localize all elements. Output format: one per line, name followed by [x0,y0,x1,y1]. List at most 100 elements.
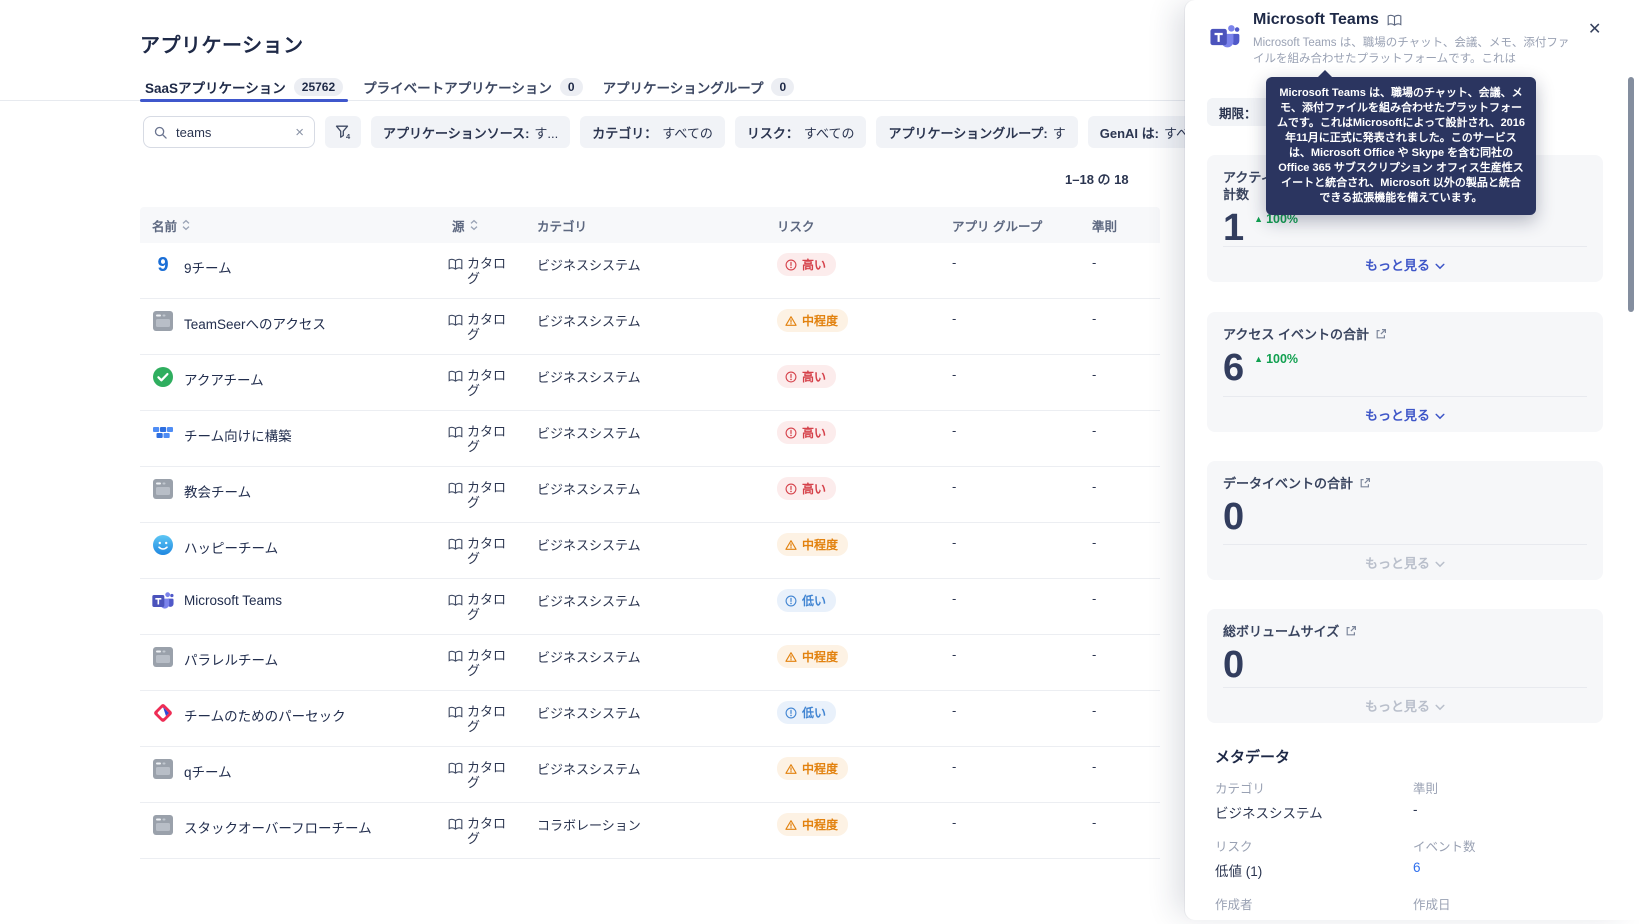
compliance-cell: - [1092,703,1097,718]
tab-label: SaaSアプリケーション [145,80,286,96]
column-header-category[interactable]: カテゴリ [525,216,765,235]
column-header-app-group[interactable]: アプリ グループ [940,216,1080,235]
risk-badge: 中程度 [777,645,849,668]
metadata-grid: カテゴリ ビジネスシステム 準則 - リスク 低値 (1) イベント数 6 作成… [1215,778,1607,920]
search-input[interactable] [174,123,289,141]
table-row[interactable]: アクアチーム カタログ ビジネスシステム 高い - - [140,355,1160,411]
table-row[interactable]: Microsoft Teams カタログ ビジネスシステム 低い - - [140,579,1160,635]
source-label: カタログ [467,424,507,454]
app-group-cell: - [952,591,957,606]
filter-chip[interactable]: リスク： すべての [734,116,867,148]
catalog-icon[interactable] [1387,14,1402,27]
filter-chip[interactable]: アプリケーションソース: す... [371,116,571,148]
stat-card: アクセス イベントの合計 6 ▲ 100% もっと見る [1207,312,1603,432]
app-name-cell[interactable]: qチーム [140,747,440,802]
filter-chip-label: GenAI は: [1099,125,1159,141]
app-name-cell[interactable]: ハッピーチーム [140,523,440,578]
metadata-value: Prisma Access ブラウザ [1215,918,1413,920]
tab-count-badge: 0 [771,77,795,96]
table-row[interactable]: チームのためのパーセック カタログ ビジネスシステム 低い - - [140,691,1160,747]
table-row[interactable]: ハッピーチーム カタログ ビジネスシステム 中程度 - - [140,523,1160,579]
source-cell: カタログ [440,579,525,634]
app-name: qチーム [184,765,232,780]
app-group-cell: - [952,255,957,270]
metadata-label: カテゴリ [1215,782,1266,796]
stat-value: 6 [1223,347,1245,389]
metadata-field: カテゴリ ビジネスシステム [1215,778,1413,822]
show-more-link[interactable]: もっと見る [1223,544,1587,572]
tab-label: プライベートアプリケーション [363,80,552,96]
compliance-cell: - [1092,311,1097,326]
app-name-cell[interactable]: スタックオーバーフローチーム [140,803,440,858]
source-cell: カタログ [440,803,525,858]
panel-scrollbar[interactable] [1628,77,1634,312]
risk-cell: 高い [765,355,940,410]
column-header-risk[interactable]: リスク [765,216,940,235]
column-header-compliance[interactable]: 準則 [1080,216,1160,235]
close-icon[interactable]: ✕ [1588,22,1601,38]
show-more-link[interactable]: もっと見る [1223,687,1587,715]
app-description-tooltip: Microsoft Teams は、職場のチャット、会議、メモ、添付ファイルを組… [1266,70,1536,215]
show-more-link[interactable]: もっと見る [1223,246,1587,274]
clear-search-icon[interactable]: × [295,125,304,140]
tab[interactable]: SaaSアプリケーション 25762 [139,72,349,102]
category-cell: ビジネスシステム [537,482,641,497]
external-link-icon[interactable] [1375,328,1387,340]
tab[interactable]: プライベートアプリケーション 0 [363,72,583,101]
table-row[interactable]: チーム向けに構築 カタログ ビジネスシステム 高い - - [140,411,1160,467]
sort-icon[interactable] [182,219,190,231]
app-name: アクアチーム [184,373,264,388]
stat-label: データイベントの合計 [1223,475,1587,492]
sort-icon[interactable] [470,219,478,231]
app-description: Microsoft Teams は、職場のチャット、会議、メモ、添付ファイルを組… [1253,37,1570,65]
catalog-icon [448,370,463,383]
table-row[interactable]: パラレルチーム カタログ ビジネスシステム 中程度 - - [140,635,1160,691]
search-box[interactable]: × [143,116,315,148]
table-row[interactable]: TeamSeerへのアクセス カタログ ビジネスシステム 中程度 - - [140,299,1160,355]
app-group-cell: - [952,647,957,662]
app-name-cell[interactable]: パラレルチーム [140,635,440,690]
app-name-cell[interactable]: アクアチーム [140,355,440,410]
tab[interactable]: アプリケーショングループ 0 [603,72,795,101]
app-group-cell: - [952,367,957,382]
column-header-name[interactable]: 名前 [140,216,440,235]
table-row[interactable]: 9 9チーム カタログ ビジネスシステム 高い - - [140,243,1160,299]
source-cell: カタログ [440,747,525,802]
filter-funnel-button[interactable]: 4 [325,116,361,148]
table-row[interactable]: qチーム カタログ ビジネスシステム 中程度 - - [140,747,1160,803]
app-name: スタックオーバーフローチーム [184,821,372,836]
app-name-cell[interactable]: 9 9チーム [140,243,440,298]
filter-chip-label: リスク： [746,125,799,141]
table-row[interactable]: スタックオーバーフローチーム カタログ コラボレーション 中程度 - - [140,803,1160,859]
filter-toolbar: × 4 アプリケーションソース: す... カテゴリ： すべての リスク： すべ… [143,116,1202,148]
category-cell: ビジネスシステム [537,426,641,441]
risk-label: 高い [802,426,827,440]
panel-app-title: Microsoft Teams [1253,11,1402,29]
filter-chip[interactable]: アプリケーショングループ: す [876,116,1078,148]
filter-chip-value: す [1052,125,1066,141]
risk-badge: 中程度 [777,533,849,556]
catalog-icon [448,482,463,495]
compliance-cell: - [1092,759,1097,774]
risk-label: 中程度 [802,818,839,832]
app-name-cell[interactable]: 教会チーム [140,467,440,522]
app-name-cell[interactable]: Microsoft Teams [140,579,440,634]
app-name-cell[interactable]: チーム向けに構築 [140,411,440,466]
external-link-icon[interactable] [1359,477,1371,489]
chevron-down-icon [1435,408,1445,423]
source-cell: カタログ [440,411,525,466]
column-header-source[interactable]: 源 [440,216,525,235]
app-name: 教会チーム [184,485,252,500]
microsoft-teams-icon [1210,22,1240,52]
risk-label: 高い [802,370,827,384]
risk-level-icon [785,427,797,439]
app-name-cell[interactable]: チームのためのパーセック [140,691,440,746]
source-cell: カタログ [440,523,525,578]
filter-chip[interactable]: カテゴリ： すべての [580,116,725,148]
app-icon: 9 [157,254,169,276]
external-link-icon[interactable] [1345,625,1357,637]
show-more-link[interactable]: もっと見る [1223,396,1587,424]
app-name-cell[interactable]: TeamSeerへのアクセス [140,299,440,354]
metadata-field: イベント数 6 [1413,836,1607,880]
table-row[interactable]: 教会チーム カタログ ビジネスシステム 高い - - [140,467,1160,523]
